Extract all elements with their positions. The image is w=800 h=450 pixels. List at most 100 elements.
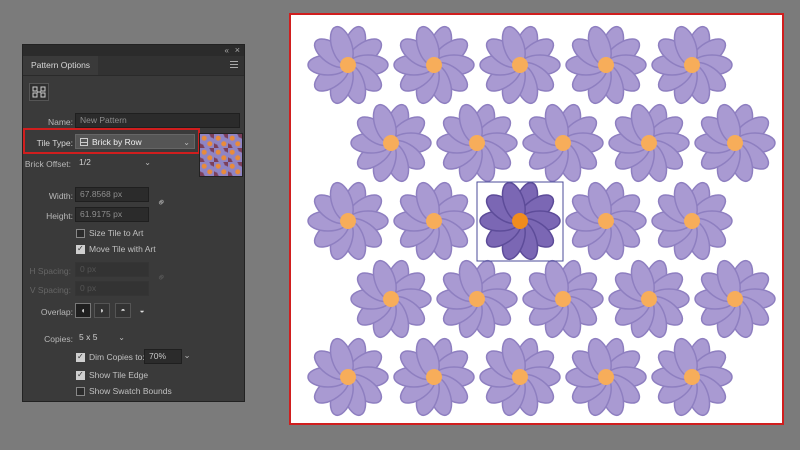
- height-field[interactable]: 61.9175 px: [75, 207, 149, 222]
- flower-copy: [479, 25, 561, 105]
- flower-center: [469, 291, 485, 307]
- dim-copies-field[interactable]: 70%: [144, 349, 182, 364]
- brick-offset-dropdown[interactable]: 1/2 ⌄: [75, 155, 155, 170]
- size-tile-to-art-label: Size Tile to Art: [89, 228, 144, 238]
- move-tile-with-art-label: Move Tile with Art: [89, 244, 156, 254]
- flower-copy: [393, 337, 475, 417]
- tile-type-highlight: [23, 128, 200, 154]
- flower-center: [383, 291, 399, 307]
- chevron-down-icon[interactable]: ⌄: [182, 350, 192, 361]
- flower-copy: [651, 25, 733, 105]
- pattern-tile-tool-button[interactable]: [29, 83, 49, 101]
- show-swatch-bounds-label: Show Swatch Bounds: [89, 386, 172, 396]
- flower-center: [512, 57, 528, 73]
- flower-center: [598, 57, 614, 73]
- flower-center: [727, 291, 743, 307]
- flower-copy: [393, 181, 475, 261]
- flower-copy: [307, 337, 389, 417]
- panel-title-bar: « ×: [23, 45, 244, 56]
- flower-copy: [522, 103, 604, 183]
- flower-center: [340, 57, 356, 73]
- h-spacing-field: 0 px: [75, 262, 149, 277]
- flower-center: [555, 135, 571, 151]
- flower-center: [641, 291, 657, 307]
- flower-copy: [565, 337, 647, 417]
- close-panel-icon[interactable]: ×: [235, 45, 240, 56]
- brick-offset-label: Brick Offset:: [24, 159, 71, 169]
- h-spacing-label: H Spacing:: [29, 266, 71, 276]
- overlap-label: Overlap:: [40, 307, 73, 317]
- height-label: Height:: [46, 211, 73, 221]
- flower-center: [512, 369, 528, 385]
- flower-copy: [479, 337, 561, 417]
- width-label: Width:: [48, 191, 73, 201]
- flower-copy: [694, 259, 776, 339]
- overlap-right-icon: ◗: [99, 306, 105, 315]
- dim-copies-checkbox[interactable]: [76, 352, 85, 362]
- width-field[interactable]: 67.8568 px: [75, 187, 149, 202]
- show-tile-edge-checkbox[interactable]: [76, 370, 85, 380]
- flower-center: [598, 369, 614, 385]
- flower-center: [512, 213, 528, 229]
- v-spacing-field: 0 px: [75, 281, 149, 296]
- flower-center: [684, 57, 700, 73]
- flower-center: [426, 369, 442, 385]
- flower-copy: [565, 181, 647, 261]
- flower-center: [426, 213, 442, 229]
- copies-label: Copies:: [44, 334, 73, 344]
- tab-pattern-options[interactable]: Pattern Options: [23, 56, 99, 75]
- show-swatch-bounds-checkbox[interactable]: [76, 387, 85, 396]
- flower-center: [684, 213, 700, 229]
- flower-center: [340, 369, 356, 385]
- chevron-down-icon: ⌄: [118, 333, 125, 342]
- pattern-options-panel: « × Pattern Options Name: New Pattern Ti…: [22, 44, 245, 402]
- flower-copy: [350, 103, 432, 183]
- name-label: Name:: [47, 117, 73, 127]
- overlap-left-in-front-button[interactable]: ◖: [75, 303, 91, 318]
- name-field[interactable]: New Pattern: [75, 113, 240, 128]
- flower-copy: [436, 103, 518, 183]
- dim-copies-label: Dim Copies to:: [89, 352, 145, 362]
- copies-value: 5 x 5: [79, 332, 98, 342]
- flower-center: [555, 291, 571, 307]
- flower-copy: [307, 25, 389, 105]
- brick-offset-value: 1/2: [79, 157, 91, 167]
- flower-copy: [393, 25, 475, 105]
- v-spacing-label: V Spacing:: [29, 285, 71, 295]
- artboard-canvas[interactable]: [289, 13, 784, 425]
- flower-copy: [608, 259, 690, 339]
- flower-center: [340, 213, 356, 229]
- overlap-bottom-icon: ◒: [139, 306, 145, 315]
- flower-center: [598, 213, 614, 229]
- flower-copy: [565, 25, 647, 105]
- overlap-top-icon: ◓: [120, 306, 126, 315]
- copies-dropdown[interactable]: 5 x 5 ⌄: [75, 330, 129, 345]
- flower-center: [469, 135, 485, 151]
- flower-original-tile: [479, 181, 561, 261]
- overlap-bottom-in-front-button[interactable]: ◒: [134, 303, 150, 318]
- collapse-panel-icon[interactable]: «: [225, 45, 229, 56]
- panel-tab-bar: Pattern Options: [23, 56, 244, 76]
- overlap-top-in-front-button[interactable]: ◓: [115, 303, 131, 318]
- flower-center: [684, 369, 700, 385]
- flower-center: [727, 135, 743, 151]
- link-spacing-icon: ⚭: [154, 270, 170, 286]
- pattern-preview: [307, 25, 776, 417]
- overlap-right-in-front-button[interactable]: ◗: [94, 303, 110, 318]
- flower-copy: [436, 259, 518, 339]
- flower-copy: [350, 259, 432, 339]
- flower-center: [426, 57, 442, 73]
- link-proportions-icon[interactable]: ⚭: [154, 195, 169, 210]
- flower-center: [383, 135, 399, 151]
- panel-menu-icon[interactable]: [230, 61, 238, 70]
- pattern-thumbnail: [199, 133, 243, 177]
- move-tile-with-art-checkbox[interactable]: [76, 244, 85, 254]
- flower-copy: [608, 103, 690, 183]
- chevron-down-icon: ⌄: [144, 158, 151, 167]
- overlap-left-icon: ◖: [80, 306, 86, 315]
- flower-copy: [307, 181, 389, 261]
- flower-copy: [694, 103, 776, 183]
- flower-center: [641, 135, 657, 151]
- flower-copy: [522, 259, 604, 339]
- size-tile-to-art-checkbox[interactable]: [76, 229, 85, 238]
